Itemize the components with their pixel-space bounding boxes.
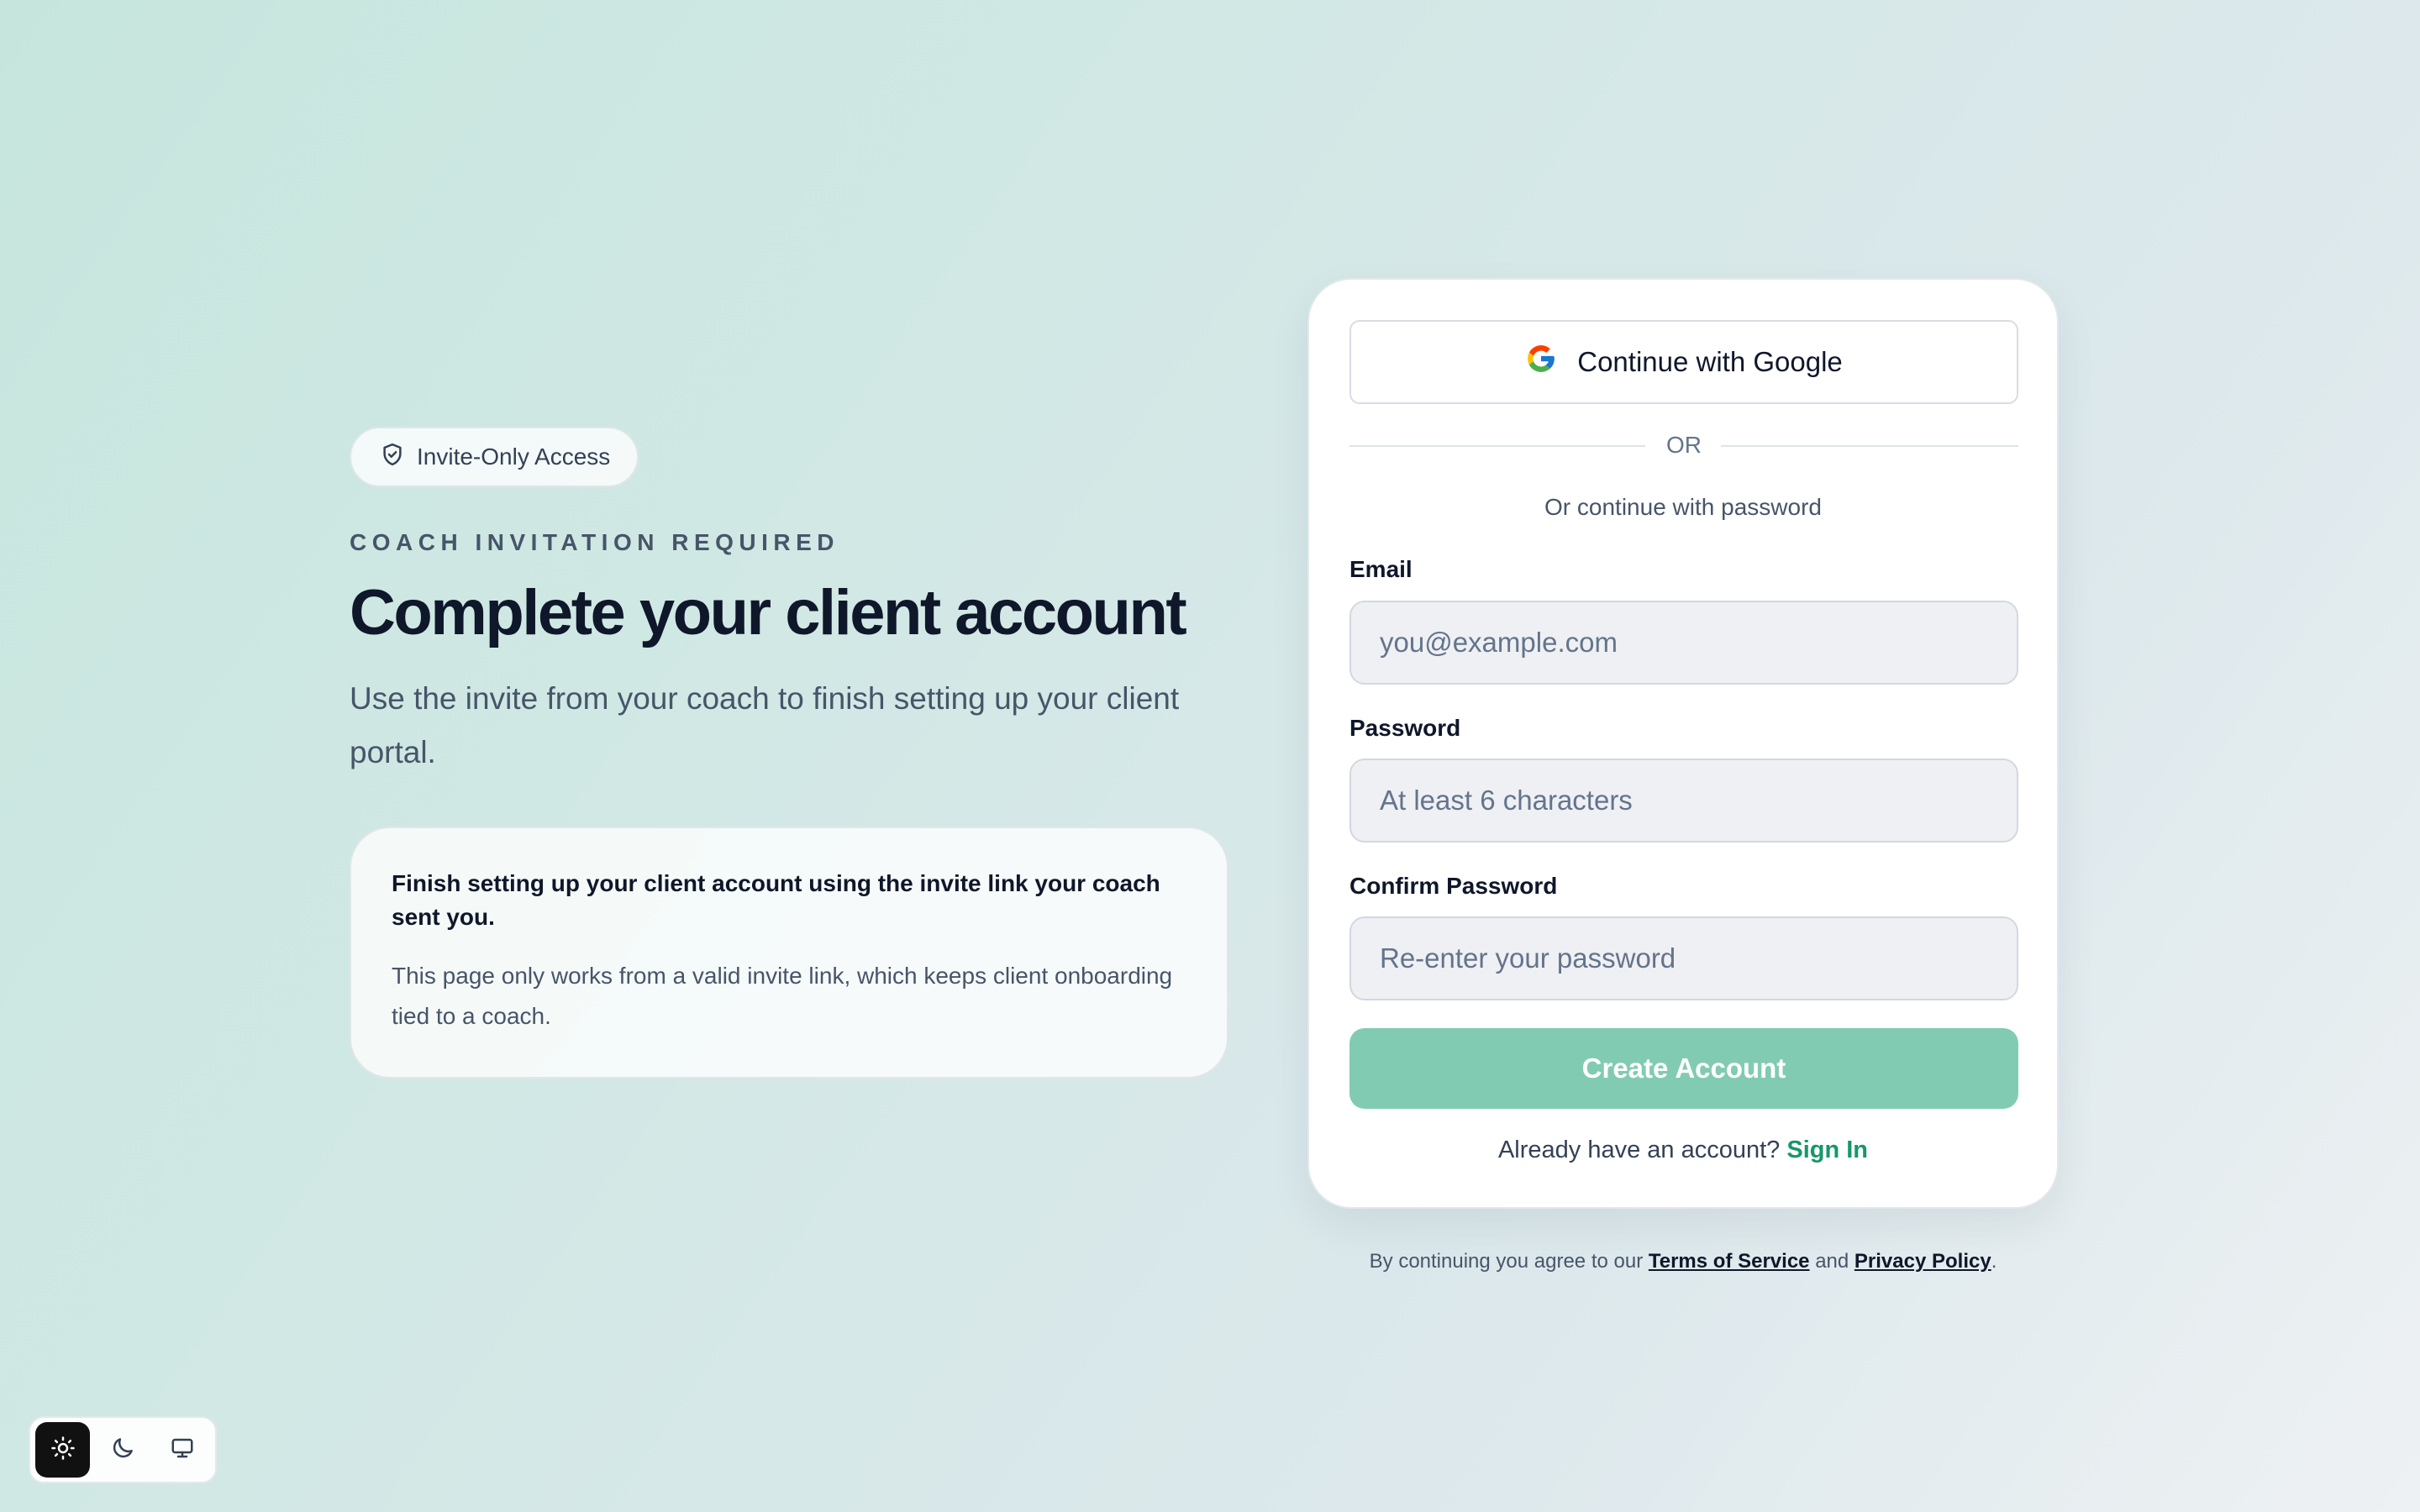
signin-row: Already have an account? Sign In <box>1309 1137 2057 1164</box>
terms-suffix: . <box>1991 1250 1997 1273</box>
light-theme-button[interactable] <box>35 1422 91 1478</box>
terms-prefix: By continuing you agree to our <box>1369 1250 1644 1273</box>
google-button-label: Continue with Google <box>1577 346 1843 377</box>
password-label: Password <box>1349 715 1461 741</box>
eyebrow-text: COACH INVITATION REQUIRED <box>350 529 840 555</box>
terms-notice: By continuing you agree to our Terms of … <box>1307 1250 2059 1273</box>
dark-theme-button[interactable] <box>95 1422 150 1478</box>
theme-toggle <box>29 1416 217 1483</box>
create-account-button[interactable]: Create Account <box>1349 1028 2018 1109</box>
or-divider: OR <box>1349 433 2018 458</box>
invite-only-badge: Invite-Only Access <box>350 427 639 487</box>
google-icon <box>1525 343 1557 381</box>
continue-with-google-button[interactable]: Continue with Google <box>1349 320 2018 404</box>
monitor-icon <box>170 1436 195 1465</box>
email-field[interactable] <box>1349 601 2018 685</box>
shield-check-icon <box>380 442 405 473</box>
badge-label: Invite-Only Access <box>417 444 611 470</box>
confirm-password-label: Confirm Password <box>1349 873 1558 899</box>
intro-section: Invite-Only Access COACH INVITATION REQU… <box>350 427 1232 1079</box>
confirm-password-field[interactable] <box>1349 916 2018 1000</box>
privacy-policy-link[interactable]: Privacy Policy <box>1854 1250 1991 1273</box>
email-label: Email <box>1349 556 1413 582</box>
sun-icon <box>50 1436 76 1465</box>
signup-card: Continue with Google OR Or continue with… <box>1307 278 2059 1209</box>
invite-info-card: Finish setting up your client account us… <box>350 826 1228 1079</box>
info-card-title: Finish setting up your client account us… <box>392 869 1160 930</box>
terms-conjunction: and <box>1815 1250 1849 1273</box>
info-card-body: This page only works from a valid invite… <box>392 962 1173 1029</box>
page-title: Complete your client account <box>350 577 1187 648</box>
signin-prompt: Already have an account? <box>1497 1137 1781 1163</box>
system-theme-button[interactable] <box>155 1422 210 1478</box>
password-field[interactable] <box>1349 759 2018 843</box>
moon-icon <box>110 1436 135 1465</box>
page-subtitle: Use the invite from your coach to finish… <box>350 680 1180 769</box>
terms-of-service-link[interactable]: Terms of Service <box>1649 1250 1810 1273</box>
continue-with-password-text: Or continue with password <box>1544 494 1822 520</box>
divider-line-right <box>1721 445 2018 447</box>
sign-in-link[interactable]: Sign In <box>1786 1137 1868 1163</box>
